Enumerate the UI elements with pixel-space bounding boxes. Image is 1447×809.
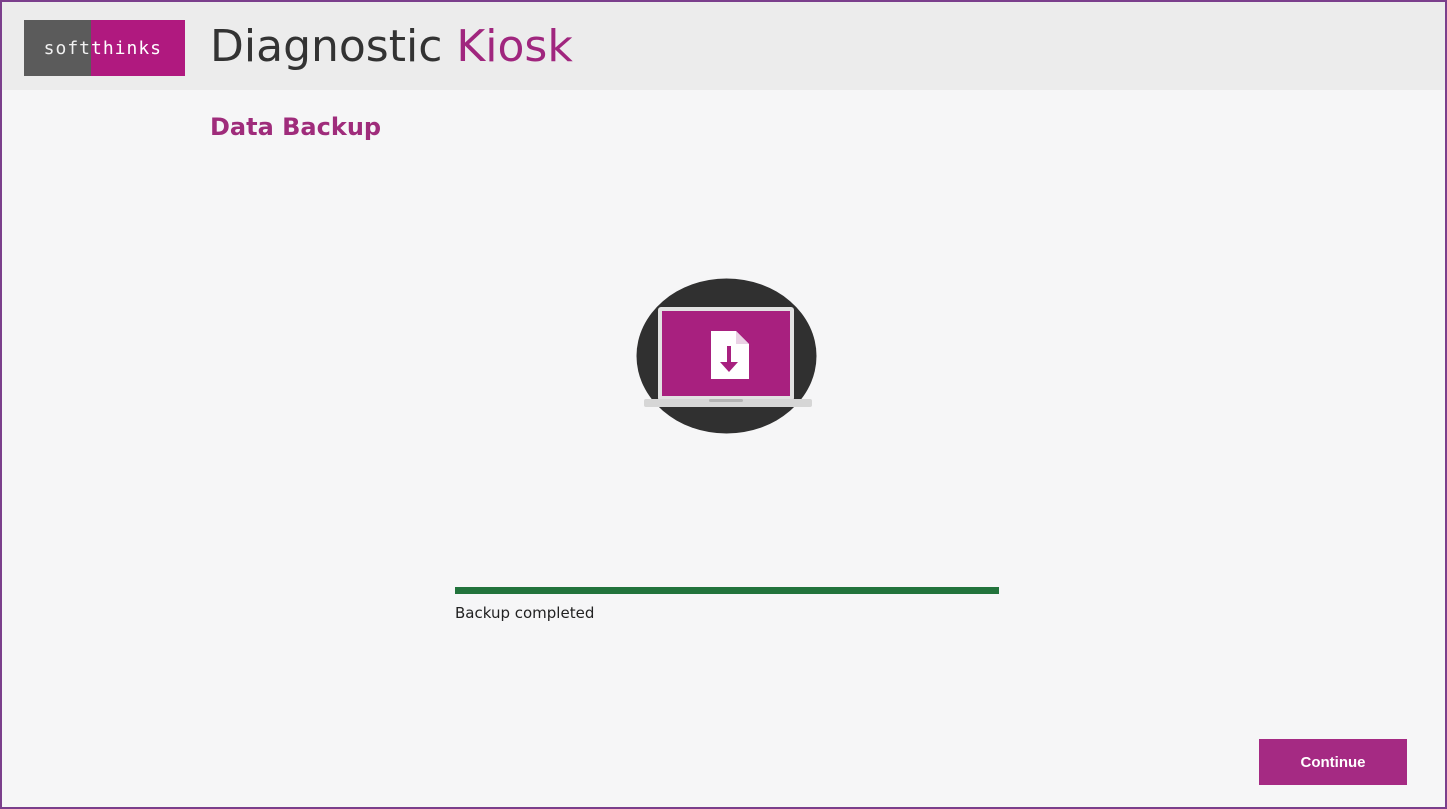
logo-left-segment: soft xyxy=(24,20,91,76)
app-title-main: Diagnostic xyxy=(210,21,457,72)
app-title-accent: Kiosk xyxy=(456,21,573,72)
diagnostic-kiosk-window: soft thinks Diagnostic Kiosk Data Backup xyxy=(0,0,1447,809)
progress-track xyxy=(455,587,999,594)
backup-progress: Backup completed xyxy=(455,587,999,622)
backup-illustration-graphic xyxy=(636,278,817,434)
continue-button[interactable]: Continue xyxy=(1259,739,1407,785)
backup-illustration xyxy=(636,278,817,434)
app-title: Diagnostic Kiosk xyxy=(210,19,573,75)
logo-right-segment: thinks xyxy=(91,20,185,76)
header-bar: soft thinks Diagnostic Kiosk xyxy=(2,2,1445,90)
softthinks-logo: soft thinks xyxy=(24,20,185,76)
progress-fill xyxy=(455,587,999,594)
status-text: Backup completed xyxy=(455,604,595,622)
page-title: Data Backup xyxy=(210,113,382,141)
